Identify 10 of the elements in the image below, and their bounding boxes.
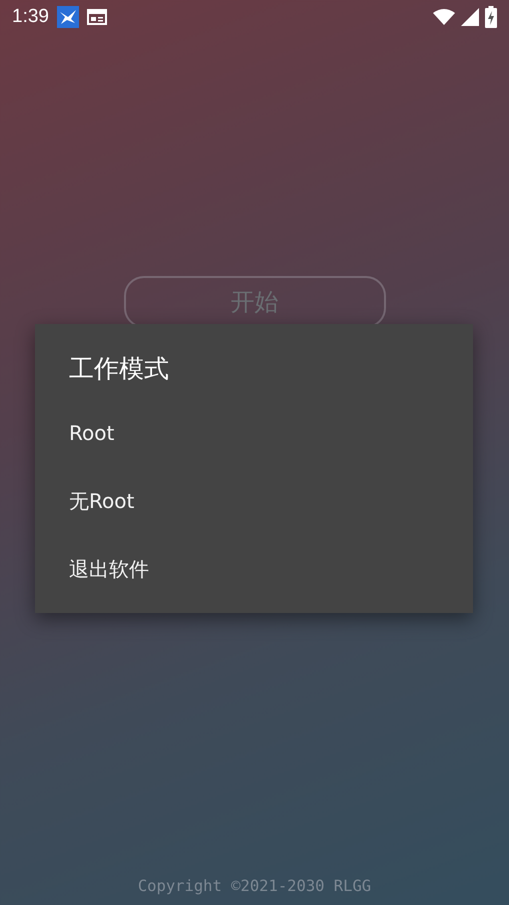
calendar-icon: [86, 8, 107, 26]
wifi-icon: [433, 9, 455, 25]
menu-item[interactable]: 无Root: [35, 467, 473, 535]
status-time: 1:39: [12, 6, 49, 28]
copyright-text: Copyright ©2021-2030 RLGG: [136, 877, 372, 895]
dialog-title: 工作模式: [69, 353, 170, 385]
menu-item[interactable]: Root: [35, 399, 473, 467]
signal-icon: [461, 8, 479, 26]
menu-item[interactable]: 退出软件: [35, 535, 473, 603]
battery-icon: [485, 6, 497, 28]
